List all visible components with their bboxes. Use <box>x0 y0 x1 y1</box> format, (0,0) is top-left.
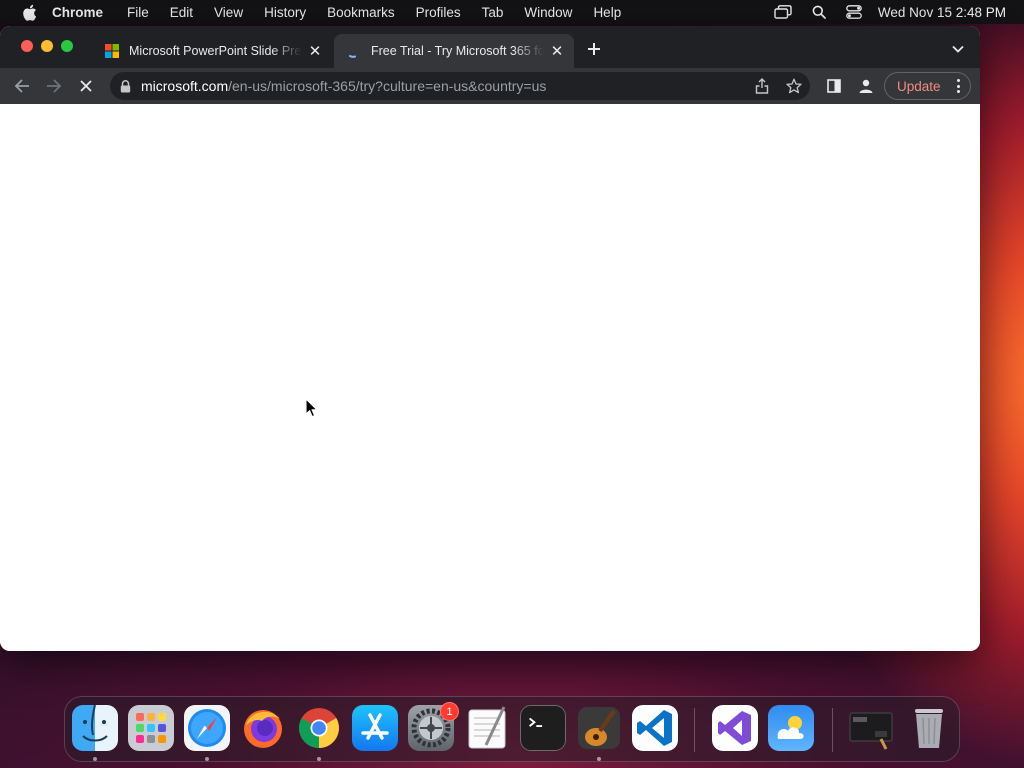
menu-bookmarks[interactable]: Bookmarks <box>327 5 395 20</box>
trash-icon[interactable] <box>906 705 952 751</box>
spotlight-search-icon[interactable] <box>812 5 826 19</box>
app-store-icon[interactable] <box>352 705 398 751</box>
control-center-icon[interactable] <box>846 5 862 19</box>
tab-strip: Microsoft PowerPoint Slide Presentation … <box>0 26 980 68</box>
tab-free-trial[interactable]: Free Trial - Try Microsoft 365 for a mon… <box>334 34 574 68</box>
menu-bar: Chrome File Edit View History Bookmarks … <box>0 0 1024 24</box>
back-button[interactable] <box>12 76 32 96</box>
window-minimize-button[interactable] <box>41 40 53 52</box>
menu-view[interactable]: View <box>214 5 243 20</box>
menu-help[interactable]: Help <box>593 5 621 20</box>
profile-icon[interactable] <box>856 76 876 96</box>
browser-window: Microsoft PowerPoint Slide Presentation … <box>0 26 980 651</box>
screenshot-thumbnail-icon[interactable] <box>848 705 894 751</box>
menu-profiles[interactable]: Profiles <box>416 5 461 20</box>
terminal-icon[interactable] <box>520 705 566 751</box>
side-panel-icon[interactable] <box>824 76 844 96</box>
firefox-icon[interactable] <box>240 705 286 751</box>
safari-running-indicator <box>205 757 209 761</box>
lock-icon[interactable] <box>120 79 131 93</box>
safari-icon[interactable] <box>184 705 230 751</box>
microsoft-logo-icon <box>104 43 120 59</box>
forward-button[interactable] <box>44 76 64 96</box>
new-tab-button[interactable] <box>584 39 604 59</box>
tab-title: Free Trial - Try Microsoft 365 for a mon… <box>371 44 544 58</box>
menu-window[interactable]: Window <box>524 5 572 20</box>
textedit-icon[interactable] <box>464 705 510 751</box>
menu-tab[interactable]: Tab <box>482 5 504 20</box>
visual-studio-icon[interactable] <box>712 705 758 751</box>
garageband-icon[interactable] <box>576 705 622 751</box>
tab-close-icon[interactable]: ✕ <box>306 42 324 60</box>
menu-edit[interactable]: Edit <box>170 5 193 20</box>
update-button[interactable]: Update <box>884 72 971 100</box>
bookmark-star-icon[interactable] <box>784 76 804 96</box>
tab-search-chevron-icon[interactable] <box>948 41 968 57</box>
url-path: /en-us/microsoft-365/try?culture=en-us&c… <box>228 78 547 94</box>
finder-running-indicator <box>93 757 97 761</box>
menu-kebab-icon[interactable] <box>957 79 960 93</box>
settings-notification-badge: 1 <box>440 702 459 721</box>
dock-separator <box>694 708 695 752</box>
menu-clock[interactable]: Wed Nov 15 2:48 PM <box>878 5 1006 20</box>
garageband-running-indicator <box>597 757 601 761</box>
loading-spinner-icon <box>346 43 362 59</box>
finder-icon[interactable] <box>72 705 118 751</box>
apple-menu-icon[interactable] <box>18 4 40 21</box>
window-close-button[interactable] <box>21 40 33 52</box>
menu-file[interactable]: File <box>127 5 149 20</box>
url-host: microsoft.com <box>141 78 229 94</box>
window-zoom-button[interactable] <box>61 40 73 52</box>
update-label: Update <box>897 78 941 94</box>
menu-history[interactable]: History <box>264 5 306 20</box>
weather-icon[interactable] <box>768 705 814 751</box>
google-chrome-icon[interactable] <box>296 705 342 751</box>
tab-close-icon[interactable]: ✕ <box>548 42 566 60</box>
tab-title: Microsoft PowerPoint Slide Presentation <box>129 44 302 58</box>
mouse-cursor-icon <box>305 398 318 423</box>
address-bar[interactable]: microsoft.com/en-us/microsoft-365/try?cu… <box>110 72 810 100</box>
screen-mirroring-icon[interactable] <box>774 5 792 19</box>
browser-toolbar: microsoft.com/en-us/microsoft-365/try?cu… <box>0 68 980 104</box>
menu-app-name[interactable]: Chrome <box>52 5 103 20</box>
tab-powerpoint-slide[interactable]: Microsoft PowerPoint Slide Presentation … <box>92 34 332 68</box>
share-icon[interactable] <box>752 76 772 96</box>
visual-studio-code-icon[interactable] <box>632 705 678 751</box>
dock-separator <box>832 708 833 752</box>
page-content-loading[interactable] <box>0 104 980 651</box>
stop-loading-button[interactable] <box>76 76 96 96</box>
launchpad-icon[interactable] <box>128 705 174 751</box>
chrome-running-indicator <box>317 757 321 761</box>
